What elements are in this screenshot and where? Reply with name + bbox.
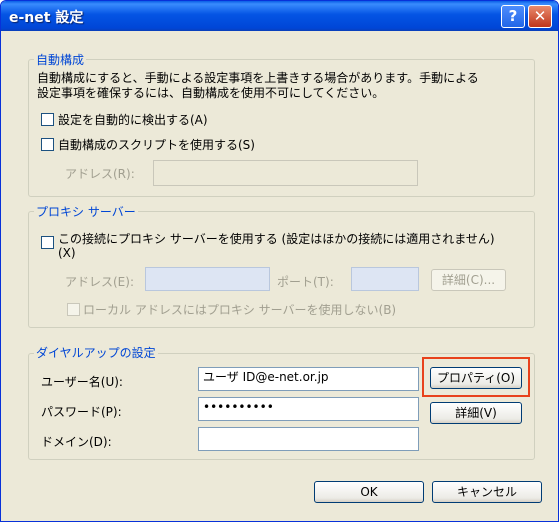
auto-address-label: アドレス(R): — [65, 167, 135, 181]
title-bar[interactable]: e-net 設定 ? ✕ — [1, 1, 558, 31]
close-button[interactable]: ✕ — [528, 5, 552, 28]
use-proxy-label[interactable]: この接続にプロキシ サーバーを使用する (設定はほかの接続には適用されません) — [58, 230, 495, 247]
question-icon: ? — [508, 7, 518, 25]
close-icon: ✕ — [533, 7, 547, 25]
ok-button[interactable]: OK — [314, 481, 424, 503]
domain-field[interactable] — [198, 427, 419, 451]
auto-detect-label[interactable]: 設定を自動的に検出する(A) — [58, 111, 208, 128]
auto-config-label: 自動構成 — [34, 51, 87, 68]
dialup-label: ダイヤルアップの設定 — [34, 344, 158, 361]
proxy-details-button[interactable]: 詳細(C)... — [431, 269, 506, 291]
dialog-window: e-net 設定 ? ✕ 自動構成 自動構成にすると、手動による設定事項を上書き… — [0, 0, 559, 522]
auto-address-field[interactable] — [153, 160, 418, 186]
use-proxy-checkbox[interactable] — [41, 236, 54, 249]
dialup-details-button[interactable]: 詳細(V) — [430, 402, 522, 424]
proxy-label: プロキシ サーバー — [34, 203, 138, 220]
bypass-local-label[interactable]: ローカル アドレスにはプロキシ サーバーを使用しない(B) — [83, 301, 396, 318]
auto-detect-checkbox[interactable] — [41, 113, 54, 126]
domain-label: ドメイン(D): — [41, 435, 112, 449]
password-label: パスワード(P): — [41, 405, 122, 419]
proxy-address-label: アドレス(E): — [65, 275, 134, 289]
auto-script-label[interactable]: 自動構成のスクリプトを使用する(S) — [58, 136, 255, 153]
window-title: e-net 設定 — [9, 10, 84, 26]
auto-config-desc-2: 設定事項を確保するには、自動構成を使用不可にしてください。 — [37, 86, 385, 100]
proxy-port-field[interactable] — [351, 267, 419, 291]
username-label: ユーザー名(U): — [41, 375, 123, 389]
auto-script-checkbox[interactable] — [41, 138, 54, 151]
username-field[interactable]: ユーザ ID@e-net.or.jp — [198, 367, 419, 391]
proxy-port-label: ポート(T): — [277, 275, 334, 289]
password-field[interactable]: •••••••••• — [198, 397, 419, 421]
cancel-button[interactable]: キャンセル — [432, 481, 542, 503]
properties-button[interactable]: プロパティ(O) — [430, 367, 522, 389]
bypass-local-checkbox[interactable] — [67, 303, 80, 316]
proxy-address-field[interactable] — [145, 267, 270, 291]
use-proxy-label-accel: (X) — [58, 246, 76, 260]
help-button[interactable]: ? — [501, 5, 525, 28]
